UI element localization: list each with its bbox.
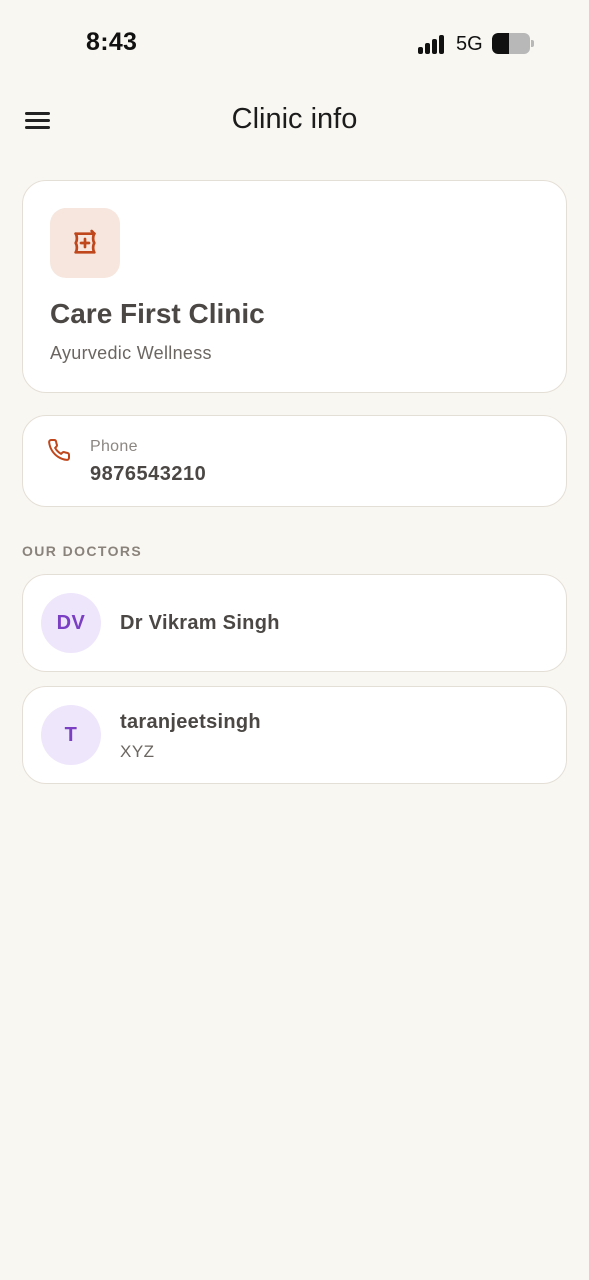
cellular-signal-icon	[418, 34, 446, 54]
doctor-avatar: T	[41, 705, 101, 765]
clinic-name: Care First Clinic	[50, 298, 265, 329]
clinic-icon-container	[50, 208, 120, 278]
doctor-name: Dr Vikram Singh	[120, 612, 280, 634]
page-title: Clinic info	[231, 103, 358, 135]
network-type: 5G	[456, 33, 483, 55]
doctor-card[interactable]: T taranjeetsingh XYZ	[22, 686, 567, 784]
doctor-name: taranjeetsingh	[120, 711, 261, 733]
phone-card[interactable]: Phone 9876543210	[22, 415, 567, 507]
doctor-specialty: XYZ	[120, 742, 155, 761]
status-time: 8:43	[86, 28, 138, 56]
mortar-pestle-medical-icon	[74, 229, 96, 254]
clinic-card: Care First Clinic Ayurvedic Wellness	[22, 180, 567, 393]
clinic-info-screen: 8:43 5G Clinic info Care First Clinic Ay…	[0, 0, 589, 1280]
battery-icon	[492, 33, 534, 54]
phone-icon	[48, 439, 71, 461]
doctor-card[interactable]: DV Dr Vikram Singh	[22, 574, 567, 672]
doctor-avatar: DV	[41, 593, 101, 653]
phone-label: Phone	[90, 438, 138, 455]
doctors-section-heading: OUR DOCTORS	[22, 543, 143, 559]
status-bar: 8:43 5G	[0, 0, 589, 88]
clinic-type: Ayurvedic Wellness	[50, 343, 212, 363]
phone-number[interactable]: 9876543210	[90, 463, 206, 486]
